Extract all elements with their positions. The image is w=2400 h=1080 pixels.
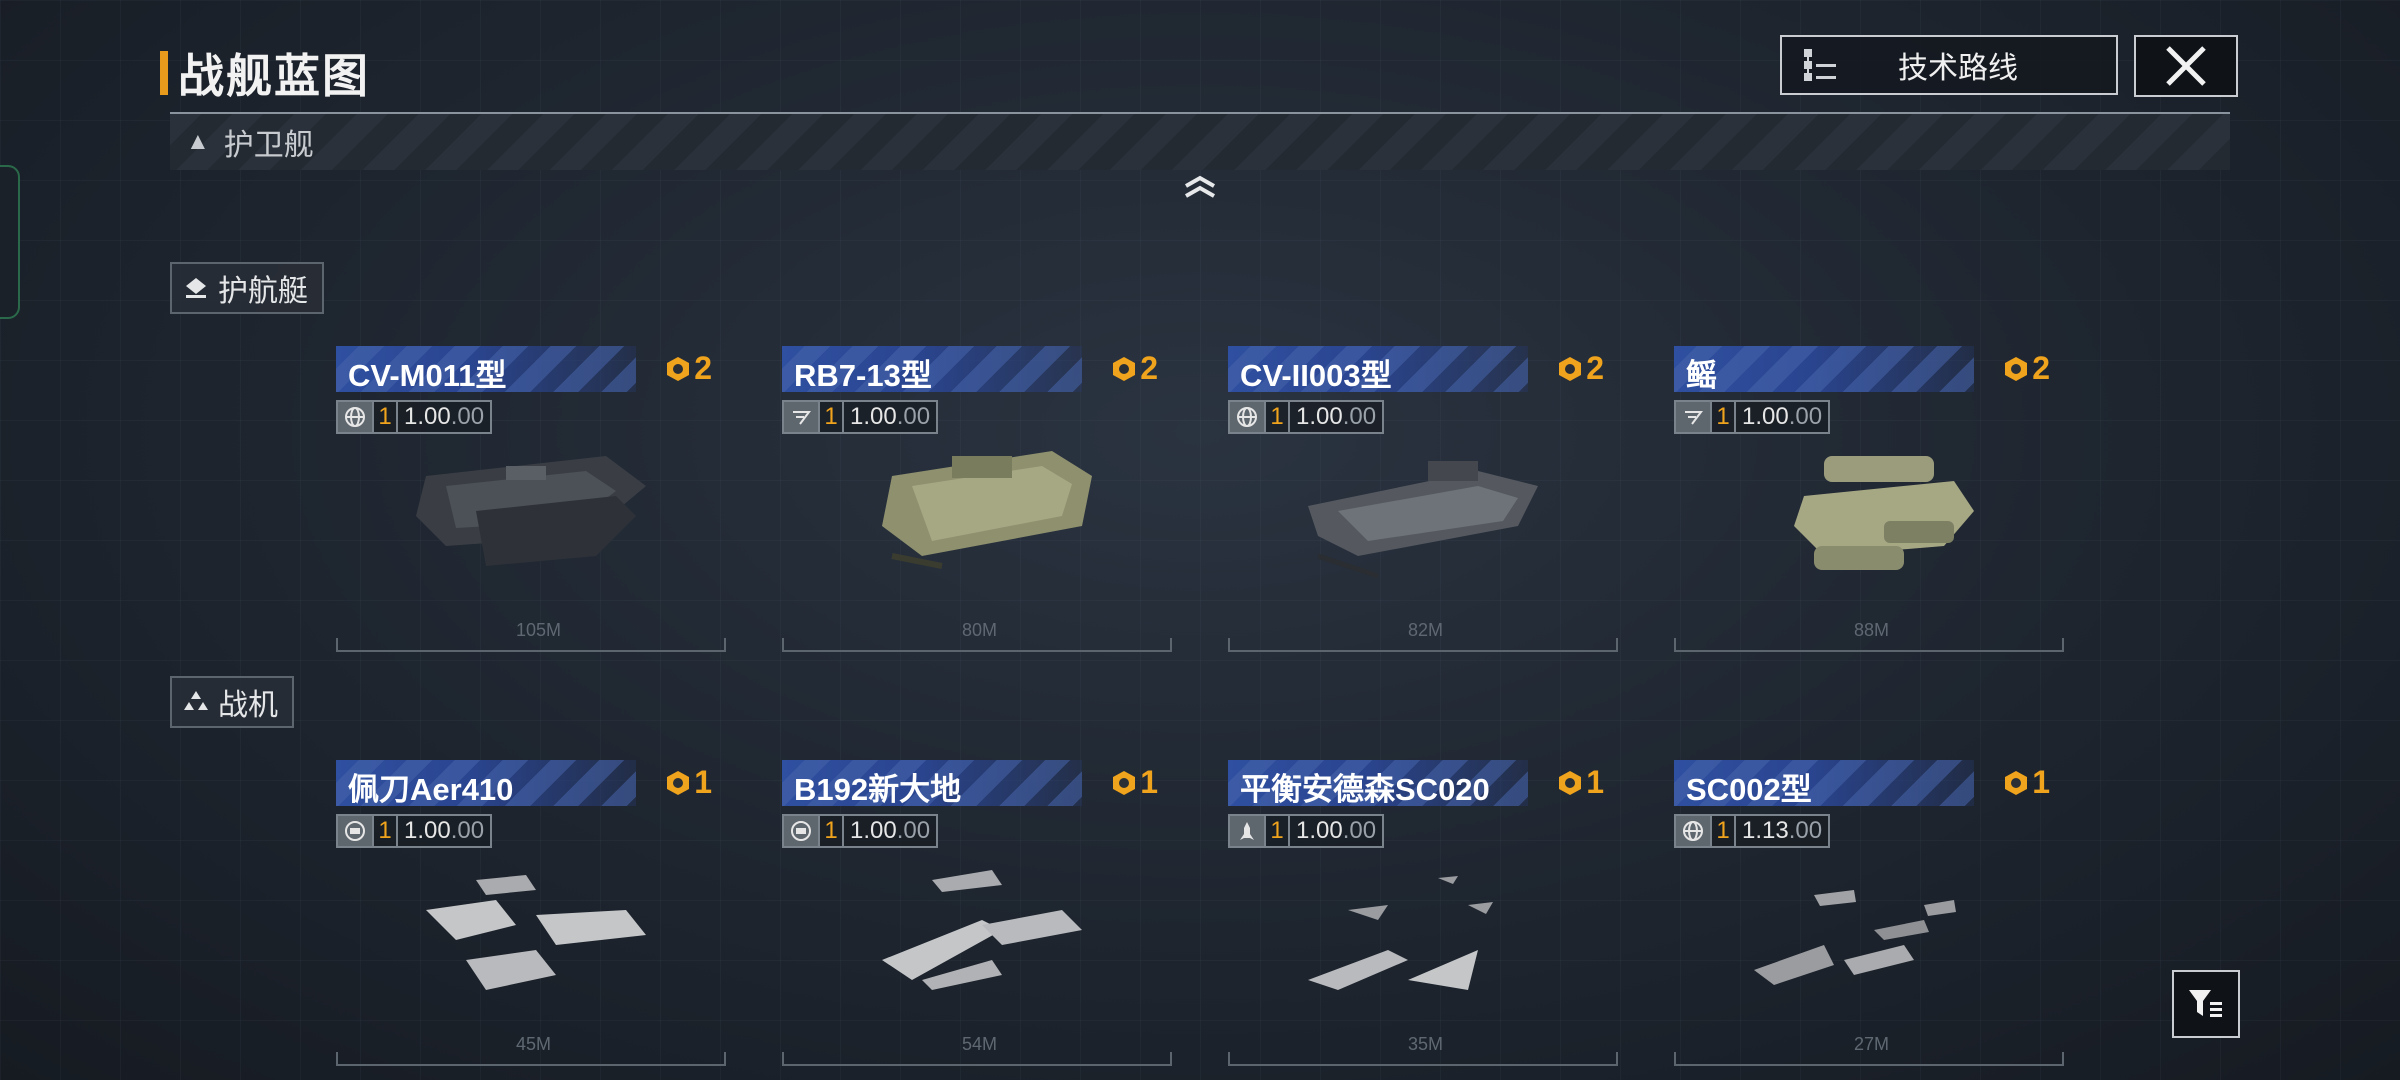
ship-image — [882, 451, 1092, 569]
ship-name: CV-M011型 — [348, 358, 507, 393]
ship-card[interactable]: B192新大地 1 1 1.00.00 54M — [782, 760, 1172, 1070]
ship-length: 35M — [1408, 1034, 1444, 1054]
ship-image — [1308, 876, 1493, 990]
ship-card[interactable]: 鳐 2 1 1.00.00 88M — [1674, 346, 2064, 656]
command-cost-icon — [1559, 770, 1582, 795]
card-name-bar — [1674, 346, 1974, 392]
shield-icon — [784, 816, 818, 846]
cost-badge: 1 — [2002, 764, 2050, 801]
side-drawer-tab[interactable] — [0, 165, 20, 319]
ship-card[interactable]: CV-II003型 2 1 1.00.00 82M — [1228, 346, 1618, 656]
cost-badge: 2 — [1110, 350, 1158, 387]
ship-card[interactable]: CV-M011型 2 1 1.00.00 105M — [336, 346, 726, 656]
filter-icon — [2189, 990, 2222, 1017]
ship-length: 82M — [1408, 620, 1444, 640]
ship-name: SC002型 — [1686, 772, 1812, 807]
ship-name: 鳐 — [1686, 358, 1717, 393]
cost-value: 1 — [694, 764, 712, 800]
cost-badge: 2 — [2002, 350, 2050, 387]
ship-name: 佩刀Aer410 — [348, 772, 514, 807]
speed-icon — [1676, 402, 1710, 432]
filter-button[interactable] — [2172, 970, 2240, 1038]
cost-value: 1 — [1140, 764, 1158, 800]
shield-icon — [338, 816, 372, 846]
close-button[interactable] — [2134, 35, 2238, 97]
command-cost-icon — [1113, 770, 1136, 795]
page-header: 战舰蓝图 — [160, 40, 370, 106]
cost-badge: 1 — [664, 764, 712, 801]
speed-icon — [784, 402, 818, 432]
cost-badge: 2 — [1556, 350, 1604, 387]
ship-image — [1794, 456, 1974, 570]
triangle-up-icon: ▲ — [186, 128, 210, 155]
tech-route-button[interactable]: 技术路线 — [1780, 35, 2118, 95]
command-cost-icon — [667, 770, 690, 795]
category-bar-frigate[interactable]: ▲ 护卫舰 — [170, 114, 2230, 170]
ship-length: 88M — [1854, 620, 1890, 640]
close-icon — [2166, 46, 2206, 86]
ship-name: 平衡安德森SC020 — [1240, 772, 1490, 807]
section-label: 战机 — [218, 689, 278, 722]
ship-length: 54M — [962, 1034, 998, 1054]
command-cost-icon — [1113, 356, 1136, 381]
ship-name: CV-II003型 — [1240, 358, 1392, 393]
ship-image — [426, 875, 646, 990]
command-cost-icon — [2005, 770, 2028, 795]
cost-value: 2 — [694, 350, 712, 386]
cost-badge: 2 — [664, 350, 712, 387]
ship-card[interactable]: 佩刀Aer410 1 1 1.00.00 45M — [336, 760, 726, 1070]
cost-value: 2 — [1140, 350, 1158, 386]
missile-icon — [1230, 816, 1264, 846]
ship-card[interactable]: 平衡安德森SC020 1 1 1.00.00 35M — [1228, 760, 1618, 1070]
ship-length: 80M — [962, 620, 998, 640]
section-label: 护航艇 — [218, 275, 308, 308]
page-title: 战舰蓝图 — [178, 50, 370, 102]
cost-value: 1 — [2032, 764, 2050, 800]
ship-image — [882, 870, 1082, 990]
ship-name: RB7-13型 — [794, 358, 932, 393]
cost-value: 2 — [1586, 350, 1604, 386]
command-cost-icon — [667, 356, 690, 381]
ship-image — [1754, 890, 1956, 985]
tech-tree-icon — [1800, 45, 1840, 85]
ship-card[interactable]: RB7-13型 2 1 1.00.00 80M — [782, 346, 1172, 656]
cost-value: 2 — [2032, 350, 2050, 386]
tech-route-label: 技术路线 — [1898, 52, 2018, 85]
ship-card[interactable]: SC002型 1 1 1.13.00 27M — [1674, 760, 2064, 1070]
layers-icon — [186, 278, 206, 298]
globe-icon — [1230, 402, 1264, 432]
section-tag-fighter: 战机 — [170, 676, 294, 728]
fighter-squad-icon — [184, 691, 208, 710]
section-tag-escort-boat: 护航艇 — [170, 262, 324, 314]
cost-badge: 1 — [1110, 764, 1158, 801]
command-cost-icon — [1559, 356, 1582, 381]
ship-image — [1308, 461, 1538, 579]
title-accent-bar — [160, 51, 168, 95]
category-label: 护卫舰 — [223, 129, 314, 162]
cost-badge: 1 — [1556, 764, 1604, 801]
globe-icon — [1676, 816, 1710, 846]
ship-length: 27M — [1854, 1034, 1890, 1054]
ship-length: 45M — [516, 1034, 552, 1054]
ship-length: 105M — [516, 620, 562, 640]
cost-value: 1 — [1586, 764, 1604, 800]
chevron-up-icon[interactable] — [1180, 172, 1220, 202]
globe-icon — [338, 402, 372, 432]
ship-name: B192新大地 — [794, 772, 962, 807]
ship-image — [416, 456, 646, 566]
command-cost-icon — [2005, 356, 2028, 381]
